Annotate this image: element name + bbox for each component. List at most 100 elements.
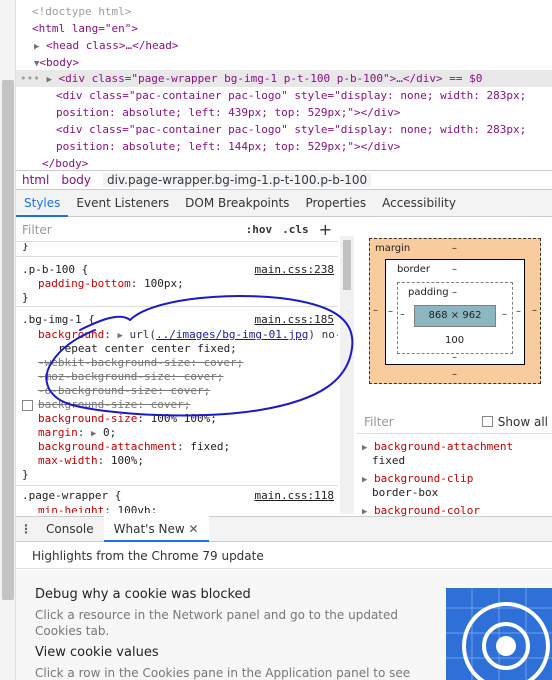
dom-pac-container-2[interactable]: <div class="pac-container pac-logo" styl… — [56, 122, 526, 138]
styles-filter-bar: Filter :hov .cls + — [16, 218, 338, 242]
property-checkbox[interactable] — [22, 399, 33, 411]
dom-head[interactable]: <head class>…</head> — [46, 39, 178, 52]
tab-dom-breakpoints[interactable]: DOM Breakpoints — [177, 190, 297, 217]
computed-filter-input[interactable]: Filter — [364, 415, 482, 429]
drawer-menu-icon[interactable]: ⋮ — [16, 522, 36, 536]
dom-tree: <!doctype html> <html lang="en"> ▶ <head… — [16, 0, 552, 170]
rule-divider — [16, 243, 338, 257]
drawer-tabbar: ⋮ Console What's New ✕ — [16, 516, 552, 542]
breadcrumb-html[interactable]: html — [22, 173, 49, 187]
rule-pb100-selector[interactable]: .p-b-100 { — [22, 263, 88, 277]
news-item-title[interactable]: Debug why a cookie was blocked — [35, 587, 251, 602]
dom-doctype: <!doctype html> — [32, 5, 132, 18]
margin-bottom-value[interactable]: – — [452, 369, 457, 380]
box-model-padding[interactable]: padding – – – 868 × 962 100 — [397, 282, 513, 354]
box-model-content[interactable]: 868 × 962 — [414, 305, 496, 327]
prop-name[interactable]: max-width — [38, 454, 98, 467]
prop-moz-bgsize[interactable]: -moz-background-size: cover; — [38, 370, 223, 384]
dom-body[interactable]: <body> — [39, 56, 79, 69]
prop-value[interactable]: 100%; — [111, 454, 144, 467]
new-rule-icon[interactable]: + — [319, 220, 332, 239]
border-left-value[interactable]: – — [388, 306, 393, 317]
box-model-pane: margin – – – – border – – – – padding – … — [356, 218, 552, 408]
styles-scrollbar[interactable] — [340, 236, 354, 514]
styles-tabbar: Styles Event Listeners DOM Breakpoints P… — [16, 190, 552, 217]
expand-triangle-icon[interactable]: ▶ — [362, 507, 367, 516]
tab-whats-new-label: What's New — [113, 522, 185, 536]
margin-top-value[interactable]: – — [452, 243, 457, 254]
prop-name[interactable]: background-size — [38, 412, 137, 425]
prop-value[interactable]: 0; — [103, 426, 116, 439]
dom-page-wrapper[interactable]: <div class="page-wrapper bg-img-1 p-t-10… — [59, 72, 483, 85]
tab-whats-new[interactable]: What's New ✕ — [103, 516, 209, 542]
rule-bgimg-selector[interactable]: .bg-img-1 { — [22, 313, 95, 327]
bg-image-url[interactable]: ../images/bg-img-01.jpg — [156, 328, 308, 341]
styles-filter-input[interactable]: Filter — [22, 223, 246, 237]
prop-name[interactable]: min-height — [38, 504, 104, 513]
ellipsis-icon[interactable]: ••• — [20, 72, 40, 85]
expand-triangle-icon[interactable]: ▶ — [34, 42, 39, 52]
rule-divider — [16, 293, 338, 307]
left-scrollbar[interactable] — [0, 0, 16, 680]
tab-properties[interactable]: Properties — [297, 190, 374, 217]
rule-divider — [16, 472, 338, 486]
styles-scrollbar-thumb[interactable] — [343, 240, 351, 290]
computed-filter-bar: Filter Show all — [356, 410, 552, 434]
dom-pac-container-2-cont: position: absolute; left: 144px; top: 52… — [56, 140, 401, 153]
rule-pw-source[interactable]: main.css:118 — [255, 489, 334, 503]
prop-webkit-bgsize[interactable]: -webkit-background-size: cover; — [38, 356, 243, 370]
chrome-logo-image — [446, 588, 552, 680]
rule-pb100-source[interactable]: main.css:238 — [255, 263, 334, 277]
prop-value-cont: repeat center center fixed; — [58, 342, 237, 355]
expand-triangle-icon[interactable]: ▶ — [362, 443, 367, 453]
prop-value[interactable]: 100% 100%; — [151, 412, 217, 425]
prop-name[interactable]: background — [38, 328, 104, 341]
computed-list: ▶ background-attachment fixed ▶ backgrou… — [356, 436, 552, 516]
cls-toggle[interactable]: .cls — [282, 223, 309, 236]
tab-styles[interactable]: Styles — [16, 190, 69, 217]
margin-right-value[interactable]: – — [532, 305, 537, 316]
breadcrumb-page-wrapper[interactable]: div.page-wrapper.bg-img-1.p-t-100.p-b-10… — [103, 173, 372, 187]
rule-pw-selector[interactable]: .page-wrapper { — [22, 489, 121, 503]
computed-prop-name[interactable]: background-attachment — [374, 440, 513, 453]
prop-name[interactable]: margin — [38, 426, 78, 439]
padding-bottom-value[interactable]: 100 — [445, 335, 464, 346]
computed-prop-name[interactable]: background-color — [374, 504, 480, 516]
tab-accessibility[interactable]: Accessibility — [374, 190, 464, 217]
dom-pac-container-1[interactable]: <div class="pac-container pac-logo" styl… — [56, 88, 526, 104]
prop-value[interactable]: fixed; — [190, 440, 230, 453]
box-model-margin[interactable]: margin – – – – border – – – – padding – … — [369, 238, 541, 384]
news-item-desc: Cookies tab. — [35, 624, 110, 638]
url-tail: ) no- — [308, 328, 338, 341]
left-scrollbar-thumb[interactable] — [2, 80, 14, 600]
tab-console[interactable]: Console — [36, 516, 104, 542]
rule-bgimg-source[interactable]: main.css:185 — [255, 313, 334, 327]
styles-pane: } .p-b-100 { main.css:238 padding-bottom… — [16, 243, 338, 513]
close-icon[interactable]: ✕ — [189, 522, 199, 536]
prop-name[interactable]: padding-bottom — [38, 277, 131, 290]
breadcrumb-body[interactable]: body — [61, 173, 91, 187]
padding-left-value[interactable]: – — [400, 309, 405, 320]
computed-prop-name[interactable]: background-clip — [374, 472, 473, 485]
expand-triangle-icon[interactable]: ▶ — [362, 475, 367, 485]
box-model-border[interactable]: border – – – – padding – – – 868 × 962 1… — [385, 259, 525, 365]
prop-o-bgsize[interactable]: -o-background-size: cover; — [38, 384, 210, 398]
breadcrumb: html body div.page-wrapper.bg-img-1.p-t-… — [16, 170, 552, 190]
url-func: url( — [129, 328, 157, 341]
prop-bgsize-struck[interactable]: background-size: cover; — [38, 398, 190, 411]
prop-name[interactable]: background-attachment — [38, 440, 177, 453]
margin-label: margin — [375, 243, 411, 254]
prop-value[interactable]: 100vh; — [117, 504, 157, 513]
border-right-value[interactable]: – — [516, 306, 521, 317]
padding-top-value[interactable]: – — [452, 287, 457, 298]
padding-right-value[interactable]: – — [502, 309, 507, 320]
margin-left-value[interactable]: – — [373, 305, 378, 316]
dom-html[interactable]: <html lang="en"> — [32, 21, 138, 37]
border-label: border — [397, 264, 431, 275]
border-top-value[interactable]: – — [452, 264, 457, 275]
hov-toggle[interactable]: :hov — [246, 223, 273, 236]
tab-event-listeners[interactable]: Event Listeners — [68, 190, 177, 217]
news-item-title[interactable]: View cookie values — [35, 645, 159, 660]
show-all-checkbox[interactable] — [481, 416, 493, 427]
prop-value[interactable]: 100px; — [144, 277, 184, 290]
